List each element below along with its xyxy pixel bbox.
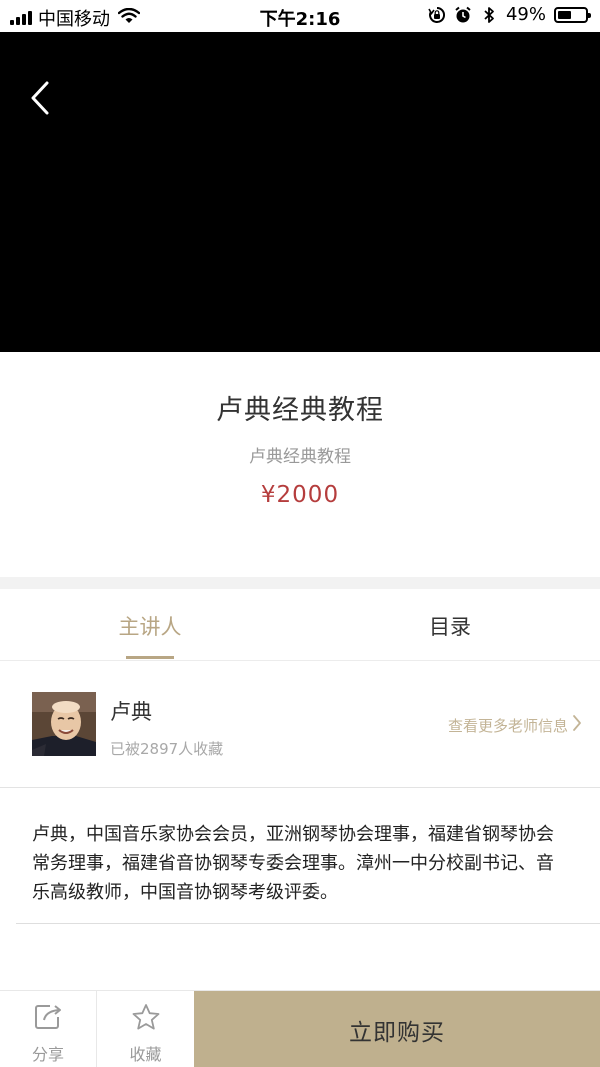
course-title: 卢典经典教程 (216, 395, 384, 426)
share-icon (0, 1003, 96, 1033)
tab-lecturer[interactable]: 主讲人 (0, 589, 300, 661)
battery-fill (558, 10, 571, 19)
tab-lecturer-label: 主讲人 (118, 615, 182, 639)
share-button[interactable]: 分享 (0, 991, 97, 1067)
more-teacher-info-label: 查看更多老师信息 (447, 716, 568, 735)
back-button[interactable] (22, 80, 58, 120)
buy-now-button[interactable]: 立即购买 (194, 991, 600, 1067)
alarm-icon (454, 6, 472, 24)
tab-catalog-label: 目录 (429, 615, 471, 639)
buy-now-label: 立即购买 (349, 1019, 445, 1046)
section-divider (0, 577, 600, 589)
status-bar-right: 49% (428, 4, 591, 25)
bluetooth-icon (480, 6, 498, 24)
course-subtitle: 卢典经典教程 (249, 447, 351, 467)
status-bar: 中国移动 下午2:16 49% (0, 0, 600, 32)
teacher-avatar[interactable] (32, 692, 96, 756)
teacher-collect-count: 已被2897人收藏 (110, 740, 224, 758)
favorite-label: 收藏 (129, 1045, 162, 1064)
share-label: 分享 (31, 1045, 64, 1064)
tab-bar: 主讲人 目录 (0, 589, 600, 661)
star-icon (97, 1003, 194, 1033)
teacher-name: 卢典 (110, 700, 152, 724)
favorite-button[interactable]: 收藏 (97, 991, 194, 1067)
video-player[interactable] (0, 32, 600, 352)
more-teacher-info-link[interactable]: 查看更多老师信息 (448, 714, 582, 736)
teacher-description-text: 卢典，中国音乐家协会会员，亚洲钢琴协会理事，福建省钢琴协会常务理事，福建省音协钢… (32, 824, 554, 903)
orientation-lock-icon (428, 6, 446, 24)
tab-catalog[interactable]: 目录 (300, 589, 600, 661)
battery-icon (554, 6, 591, 23)
bottom-action-bar: 分享 收藏 立即购买 (0, 990, 600, 1067)
chevron-right-icon (572, 714, 582, 736)
active-tab-indicator (126, 656, 174, 659)
chevron-left-icon (29, 80, 51, 120)
course-info: 卢典经典教程 卢典经典教程 ¥2000 (0, 352, 600, 577)
course-price: ¥2000 (260, 482, 340, 508)
teacher-card: 卢典 已被2897人收藏 查看更多老师信息 (0, 662, 600, 788)
teacher-description: 卢典，中国音乐家协会会员，亚洲钢琴协会理事，福建省钢琴协会常务理事，福建省音协钢… (16, 788, 600, 924)
battery-percent: 49% (505, 4, 546, 25)
